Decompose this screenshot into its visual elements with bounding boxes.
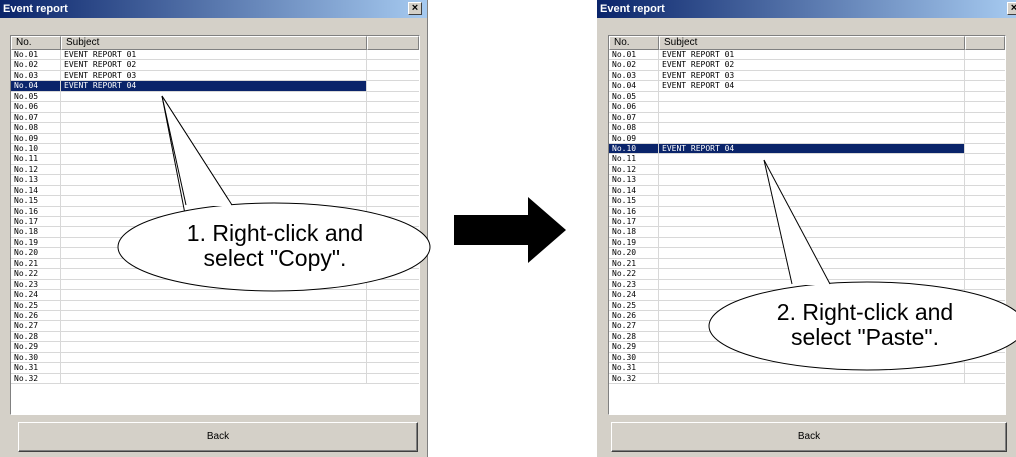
callout-line: select "Paste". — [790, 324, 939, 350]
callout-line: 1. Right-click and — [186, 220, 364, 246]
callout-line: select "Copy". — [203, 245, 347, 271]
right-arrow-icon — [454, 197, 566, 263]
callout-line: 2. Right-click and — [776, 299, 954, 325]
callout-paste-text: 2. Right-click and select "Paste". — [720, 300, 1010, 350]
callout-copy-text: 1. Right-click and select "Copy". — [130, 221, 420, 271]
